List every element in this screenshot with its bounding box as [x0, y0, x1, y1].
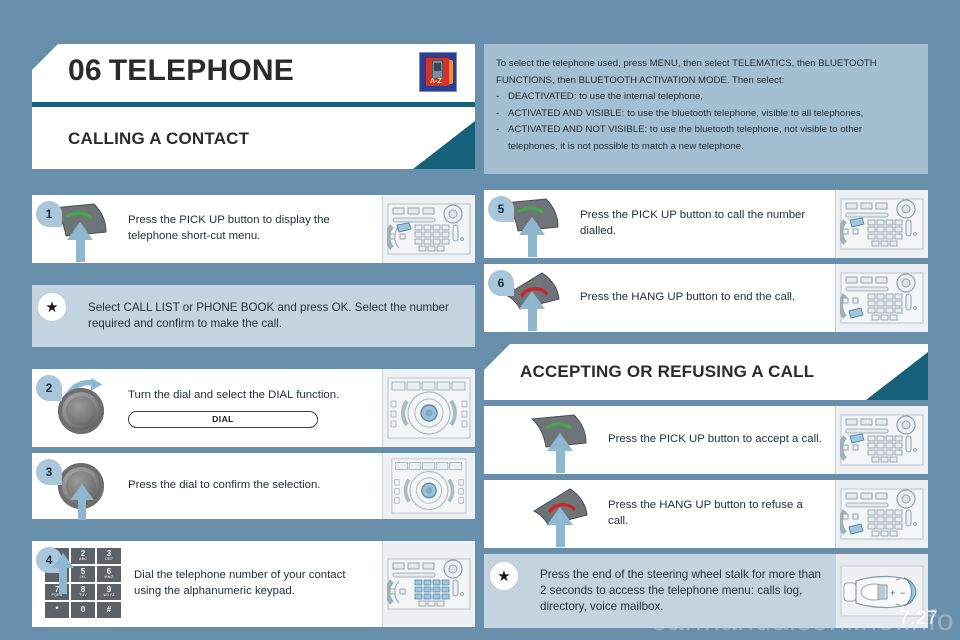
section-title-calling: CALLING A CONTACT: [68, 129, 250, 148]
right-column: To select the telephone used, press MENU…: [484, 44, 928, 628]
step-content: 5 Press the PICK UP button to call the n…: [484, 190, 835, 258]
keypad-key[interactable]: #: [97, 602, 121, 618]
step-badge: 5: [488, 196, 514, 222]
step-content: 4 1 2ABC 3DEF 5JKL 6MNO: [32, 541, 382, 627]
audio-unit-keypad-thumbnail: [835, 264, 928, 332]
steering-wheel-controls-thumbnail: [382, 369, 475, 447]
info-bullet: DEACTIVATED: to use the internal telepho…: [496, 89, 912, 106]
step-row: Press the HANG UP button to refuse a cal…: [484, 480, 928, 548]
bulb-icon: ★: [38, 293, 66, 321]
telephone-directory-icon: A-Z: [419, 52, 457, 92]
az-label: A-Z: [430, 78, 442, 85]
page-number: 7.27: [899, 608, 938, 629]
section-header-calling: CALLING A CONTACT: [32, 107, 475, 169]
section-title-accepting: ACCEPTING OR REFUSING A CALL: [520, 362, 815, 381]
tip-row: ★ Press the end of the steering wheel st…: [484, 554, 928, 628]
keypad-key[interactable]: 6 MNO: [97, 566, 121, 582]
step-row: 5 Press the PICK UP button to call the n…: [484, 190, 928, 258]
mobile-phone-shape: [432, 60, 443, 79]
step-text: Press the HANG UP button to refuse a cal…: [608, 499, 803, 527]
manual-page: carmanualsonline.info 7.27 06TELEPHONE A…: [0, 0, 960, 640]
hang-up-handset-icon: [516, 487, 608, 547]
step-content: 6 Press the HANG UP button to end the ca…: [484, 264, 835, 332]
step-row: 1 Press the PICK UP button to display th…: [32, 195, 475, 263]
left-column: 06 TELEPHONE A-Z CALLING A CONTACT 1 Pre…: [32, 44, 475, 627]
tip-row: ★ Select CALL LIST or PHONE BOOK and pre…: [32, 285, 475, 347]
tip-content: ★ Select CALL LIST or PHONE BOOK and pre…: [32, 285, 475, 347]
step-text: Press the dial to confirm the selection.: [128, 479, 321, 492]
keypad-row: 7 PQRS 8 TUV 9 WXYZ: [45, 584, 125, 600]
step-badge: 2: [36, 375, 62, 401]
section-header-accepting: ACCEPTING OR REFUSING A CALL: [484, 344, 928, 400]
audio-unit-keypad-thumbnail: [835, 190, 928, 258]
step-content: Press the HANG UP button to refuse a cal…: [484, 480, 835, 548]
svg-text:+: +: [890, 588, 895, 598]
step-badge: 3: [36, 459, 62, 485]
step-row: 6 Press the HANG UP button to end the ca…: [484, 264, 928, 332]
step-row: 3 Press the dial to confirm the selectio…: [32, 453, 475, 520]
audio-unit-keypad-thumbnail: [835, 480, 928, 548]
info-paragraph: To select the telephone used, press MENU…: [496, 58, 877, 86]
step-text: Press the PICK UP button to call the num…: [580, 209, 806, 237]
address-book-shape: A-Z: [426, 58, 453, 86]
chapter-header: 06 TELEPHONE A-Z: [32, 44, 475, 102]
step-row: Press the PICK UP button to accept a cal…: [484, 406, 928, 474]
bulb-icon: ★: [490, 562, 518, 590]
step-row: 2 Turn the dial and select the DIAL func…: [32, 369, 475, 447]
keypad-key[interactable]: 3 DEF: [97, 548, 121, 564]
step-text: Press the PICK UP button to accept a cal…: [608, 433, 822, 446]
step-text: Press the PICK UP button to display the …: [128, 214, 330, 242]
pick-up-handset-icon: [516, 413, 608, 473]
page-title: 06 TELEPHONE: [68, 54, 294, 88]
keypad-key[interactable]: 8 TUV: [71, 584, 95, 600]
dial-knob: [58, 388, 104, 434]
svg-text:−: −: [900, 588, 905, 598]
step-badge: 6: [488, 270, 514, 296]
audio-unit-keypad-thumbnail: [835, 406, 928, 474]
chapter-number: 06: [68, 54, 102, 87]
keypad-graphic: 1 2ABC 3DEF 5JKL 6MNO 7PQRS 8TUV 9W: [45, 548, 125, 620]
dial-option-pill: DIAL: [128, 410, 318, 428]
info-bullet: ACTIVATED AND VISIBLE: to use the blueto…: [496, 106, 912, 123]
info-bullet-list: DEACTIVATED: to use the internal telepho…: [496, 89, 912, 155]
step-badge: 1: [36, 201, 62, 227]
step-text: Dial the telephone number of your contac…: [134, 569, 346, 597]
keypad-row: * 0 #: [45, 602, 125, 618]
audio-unit-keypad-thumbnail: [382, 195, 475, 263]
info-note: To select the telephone used, press MENU…: [484, 44, 928, 174]
keypad-key[interactable]: 9 WXYZ: [97, 584, 121, 600]
keypad-key[interactable]: *: [45, 602, 69, 618]
step-content: 3 Press the dial to confirm the selectio…: [32, 453, 382, 520]
step-content: 2 Turn the dial and select the DIAL func…: [32, 369, 382, 447]
tip-text: Press the end of the steering wheel stal…: [540, 568, 821, 613]
info-bullet: ACTIVATED AND NOT VISIBLE: to use the bl…: [496, 122, 912, 155]
step-content: 1 Press the PICK UP button to display th…: [32, 195, 382, 263]
keypad-key[interactable]: 0: [71, 602, 95, 618]
tip-content: ★ Press the end of the steering wheel st…: [484, 554, 835, 628]
step-content: Press the PICK UP button to accept a cal…: [484, 406, 835, 474]
chapter-title-text: TELEPHONE: [108, 54, 294, 87]
step-row: 4 1 2ABC 3DEF 5JKL 6MNO: [32, 541, 475, 627]
keypad-key[interactable]: 2 ABC: [71, 548, 95, 564]
audio-unit-keypad-thumbnail: [382, 541, 475, 627]
steering-wheel-controls-thumbnail: [382, 453, 475, 519]
tip-text: Select CALL LIST or PHONE BOOK and press…: [88, 301, 449, 330]
step-text: Turn the dial and select the DIAL functi…: [128, 389, 340, 402]
step-text: Press the HANG UP button to end the call…: [580, 291, 796, 304]
keypad-key[interactable]: 5 JKL: [71, 566, 95, 582]
